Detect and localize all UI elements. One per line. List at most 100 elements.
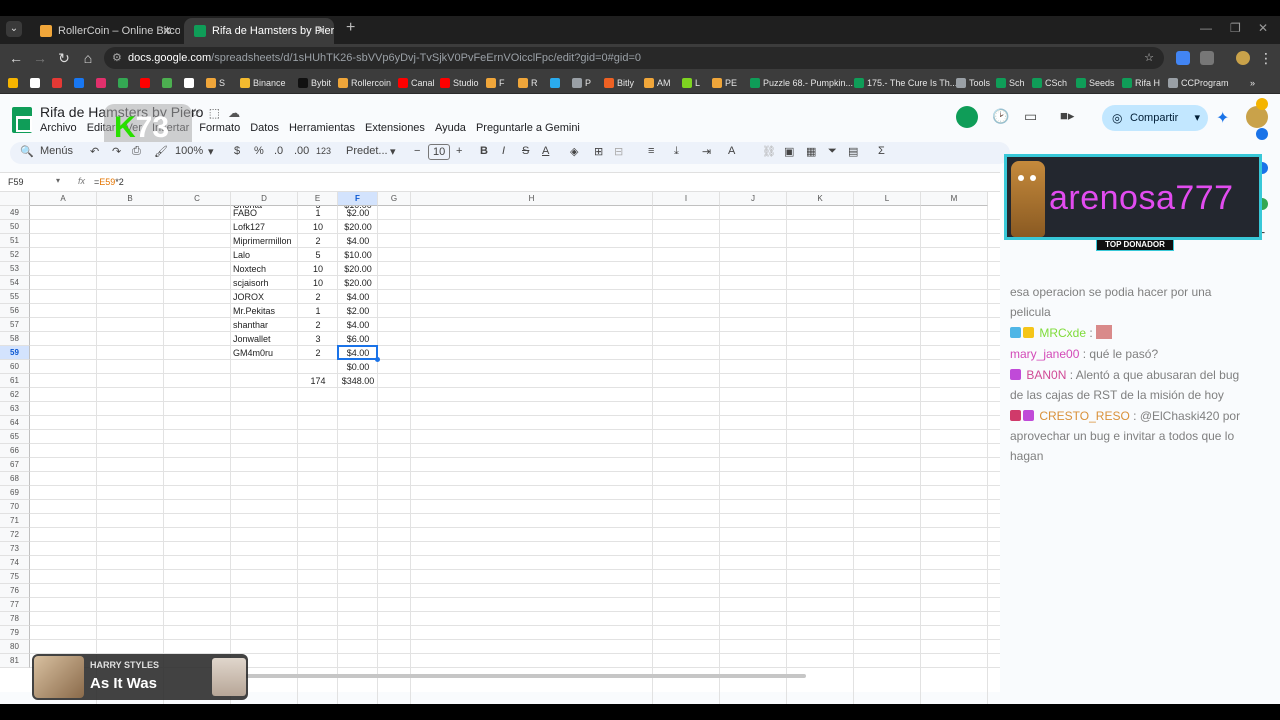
bold-icon[interactable]: B xyxy=(480,145,488,157)
cell-quantity[interactable]: 2 xyxy=(300,346,336,360)
move-icon[interactable]: ⬚ xyxy=(209,106,228,120)
row-header[interactable]: 74 xyxy=(0,556,30,570)
horizontal-scrollbar[interactable] xyxy=(240,674,806,678)
bookmark-item[interactable]: CSch xyxy=(1032,75,1067,91)
bookmark-item[interactable]: P xyxy=(572,75,591,91)
cell-quantity[interactable]: 10 xyxy=(300,220,336,234)
cell-name[interactable]: shanthar xyxy=(233,318,296,332)
column-header[interactable]: J xyxy=(720,192,787,206)
strikethrough-icon[interactable]: S xyxy=(522,145,529,157)
menu-item[interactable]: Archivo xyxy=(40,122,77,134)
menu-item[interactable]: Preguntarle a Gemini xyxy=(476,122,580,134)
vertical-align-icon[interactable]: ⤓ xyxy=(674,145,679,158)
print-icon[interactable]: ⎙ xyxy=(132,145,141,158)
row-header[interactable]: 69 xyxy=(0,486,30,500)
undo-icon[interactable]: ↶ xyxy=(90,145,99,158)
cell-amount[interactable]: $0.00 xyxy=(340,360,376,374)
bookmark-item[interactable]: Rollercoin xyxy=(338,75,391,91)
bookmark-item[interactable]: F xyxy=(486,75,505,91)
row-header[interactable]: 59 xyxy=(0,346,30,360)
bookmark-item[interactable]: S xyxy=(206,75,225,91)
borders-icon[interactable]: ⊞ xyxy=(594,145,603,158)
font-select[interactable]: Predet... xyxy=(346,145,388,157)
column-header[interactable]: F xyxy=(338,192,378,206)
site-info-icon[interactable]: ⚙ xyxy=(112,47,122,69)
row-header[interactable]: 66 xyxy=(0,444,30,458)
name-box-dropdown-icon[interactable]: ▾ xyxy=(56,176,60,185)
functions-icon[interactable]: Σ xyxy=(878,145,885,157)
home-icon[interactable]: ⌂ xyxy=(80,50,96,66)
menu-item[interactable]: Datos xyxy=(250,122,279,134)
font-size-input[interactable]: 10 xyxy=(428,144,451,160)
redo-icon[interactable]: ↷ xyxy=(112,145,121,158)
row-header[interactable]: 55 xyxy=(0,290,30,304)
font-dropdown-icon[interactable]: ▾ xyxy=(390,145,396,158)
minimize-icon[interactable]: — xyxy=(1200,21,1212,35)
cell-name[interactable]: Lalo xyxy=(233,248,296,262)
cell-amount[interactable]: $20.00 xyxy=(340,276,376,290)
font-size-decrease-icon[interactable]: − xyxy=(414,145,420,157)
cell-amount[interactable]: $2.00 xyxy=(340,304,376,318)
tasks-icon[interactable] xyxy=(1256,128,1268,140)
cell-quantity[interactable]: 1 xyxy=(300,304,336,318)
insert-chart-icon[interactable]: ▦ xyxy=(806,145,816,158)
tab-search-button[interactable]: ⌄ xyxy=(6,21,22,37)
forward-icon[interactable]: → xyxy=(32,50,48,66)
menu-item[interactable]: Extensiones xyxy=(365,122,425,134)
zoom-select[interactable]: 100% xyxy=(175,145,203,157)
restore-icon[interactable]: ❐ xyxy=(1230,21,1241,35)
bookmark-item[interactable]: 175.- The Cure Is Th... xyxy=(854,75,957,91)
cell-amount[interactable]: $6.00 xyxy=(340,332,376,346)
number-format-button[interactable]: 123 xyxy=(316,146,331,156)
merge-cells-icon[interactable]: ⊟ xyxy=(614,145,623,158)
menus-search[interactable]: Menús xyxy=(40,145,73,157)
history-icon[interactable]: 🕑 xyxy=(992,108,1009,125)
paint-format-icon[interactable]: 🖌 xyxy=(154,145,168,158)
column-header[interactable]: A xyxy=(30,192,97,206)
spreadsheet-grid[interactable]: ABCDEFGHIJKLMChonta5$10.0049FABO1$2.0050… xyxy=(0,192,1000,704)
row-header[interactable]: 68 xyxy=(0,472,30,486)
bookmark-item[interactable]: Canal xyxy=(398,75,435,91)
font-size-increase-icon[interactable]: + xyxy=(456,145,462,157)
bookmark-item[interactable] xyxy=(96,75,109,91)
horizontal-align-icon[interactable]: ≡ xyxy=(648,145,654,157)
cell-quantity[interactable]: 2 xyxy=(300,234,336,248)
bookmark-item[interactable] xyxy=(184,75,197,91)
row-header[interactable]: 51 xyxy=(0,234,30,248)
extension-icon[interactable] xyxy=(1176,51,1190,65)
cell-quantity[interactable]: 174 xyxy=(300,374,336,388)
bookmark-item[interactable] xyxy=(118,75,131,91)
star-icon[interactable]: ☆ xyxy=(190,106,209,120)
gemini-icon[interactable]: ✦ xyxy=(1216,108,1229,128)
cell-name[interactable]: FABO xyxy=(233,206,296,220)
profile-avatar-icon[interactable] xyxy=(1236,51,1250,65)
bookmark-item[interactable]: Bybit xyxy=(298,75,331,91)
cell-name[interactable]: Mr.Pekitas xyxy=(233,304,296,318)
bookmark-item[interactable] xyxy=(52,75,65,91)
share-dropdown-icon[interactable]: ▾ xyxy=(1194,105,1200,131)
row-header[interactable]: 49 xyxy=(0,206,30,220)
back-icon[interactable]: ← xyxy=(8,50,24,66)
bookmark-item[interactable]: Tools xyxy=(956,75,990,91)
bookmark-star-icon[interactable]: ☆ xyxy=(1144,47,1154,69)
row-header[interactable]: 57 xyxy=(0,318,30,332)
cell-quantity[interactable]: 10 xyxy=(300,276,336,290)
cell-amount[interactable]: $4.00 xyxy=(340,234,376,248)
row-header[interactable]: 50 xyxy=(0,220,30,234)
column-header[interactable]: M xyxy=(921,192,988,206)
column-header[interactable]: K xyxy=(787,192,854,206)
row-header[interactable]: 63 xyxy=(0,402,30,416)
cell-name[interactable]: GM4m0ru xyxy=(233,346,296,360)
cell-name[interactable]: scjaisorh xyxy=(233,276,296,290)
cell-name[interactable]: Jonwallet xyxy=(233,332,296,346)
tab-rifa-sheet[interactable]: Rifa de Hamsters by Piero - Hoja ✕ xyxy=(184,18,334,44)
cell-quantity[interactable]: 2 xyxy=(300,318,336,332)
column-header[interactable]: D xyxy=(231,192,298,206)
bookmark-item[interactable]: PE xyxy=(712,75,737,91)
column-header[interactable]: C xyxy=(164,192,231,206)
bookmark-item[interactable]: AM xyxy=(644,75,671,91)
row-header[interactable]: 65 xyxy=(0,430,30,444)
column-header[interactable]: B xyxy=(97,192,164,206)
row-header[interactable]: 56 xyxy=(0,304,30,318)
bookmark-item[interactable]: Studio xyxy=(440,75,479,91)
